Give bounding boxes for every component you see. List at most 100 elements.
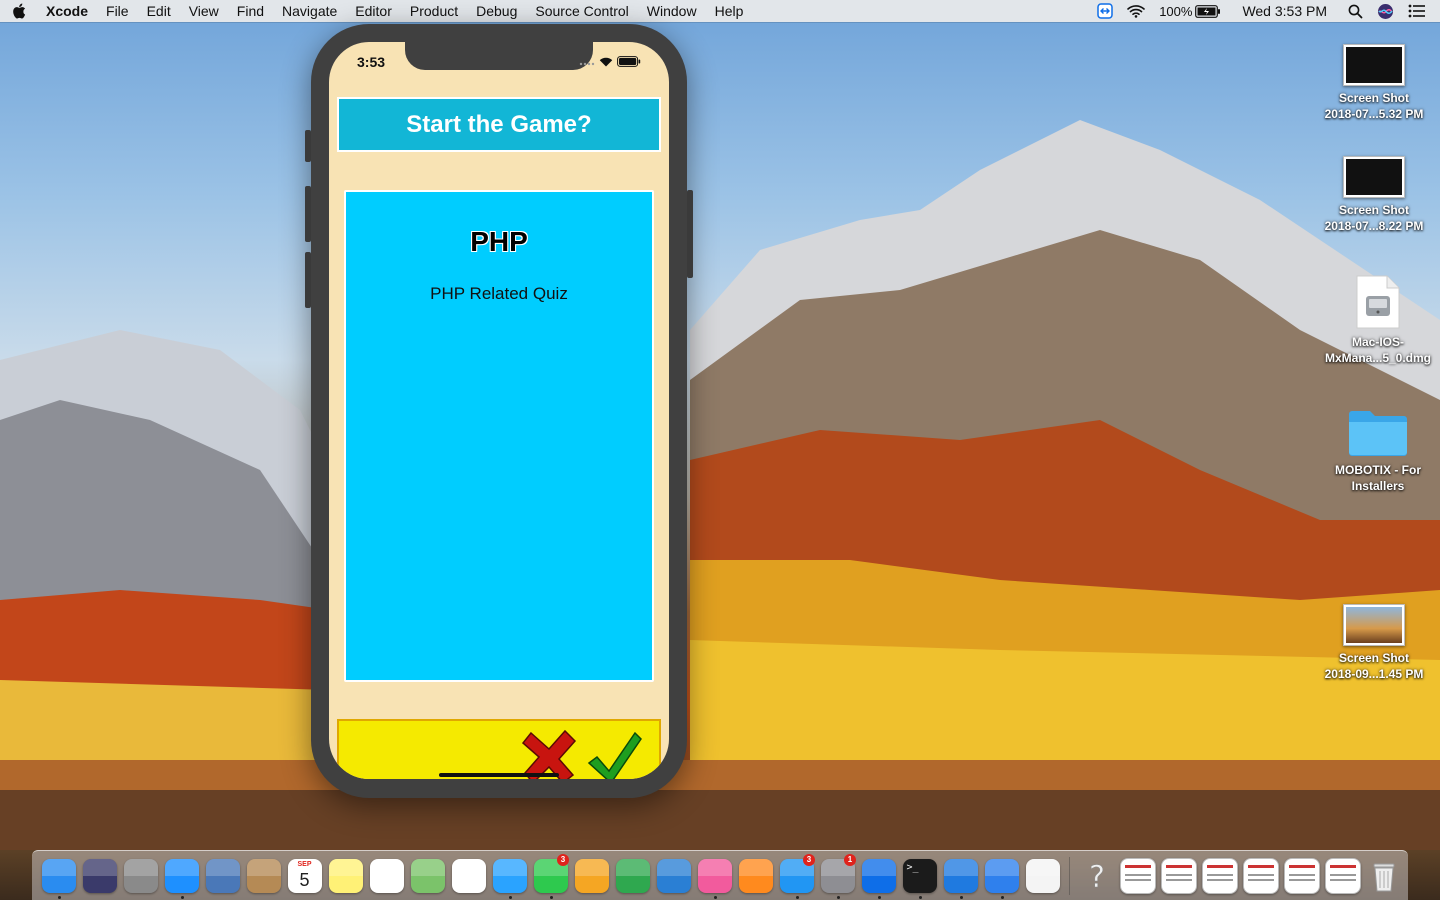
dock-item[interactable] — [1158, 853, 1199, 899]
dock-item[interactable] — [612, 853, 653, 899]
notch — [405, 42, 593, 70]
dock-item[interactable] — [571, 853, 612, 899]
menu-window[interactable]: Window — [638, 3, 706, 19]
battery-icon — [1195, 4, 1221, 18]
running-indicator — [180, 895, 184, 899]
running-indicator — [836, 895, 840, 899]
menu-debug[interactable]: Debug — [467, 3, 526, 19]
dock-item[interactable]: >_ — [899, 853, 940, 899]
dock-item[interactable] — [981, 853, 1022, 899]
wifi-icon[interactable] — [1120, 4, 1152, 18]
reminders-icon — [369, 858, 404, 893]
start-game-title[interactable]: Start the Game? — [337, 97, 661, 152]
dock-item[interactable] — [1363, 853, 1404, 899]
messages-icon — [492, 858, 527, 893]
dock-item[interactable]: 1 — [817, 853, 858, 899]
screenshot-thumbnail-icon — [1343, 44, 1405, 86]
mute-switch[interactable] — [305, 130, 311, 162]
reject-button[interactable] — [521, 729, 577, 779]
volume-up-button[interactable] — [305, 186, 311, 242]
desktop-icon-dmg[interactable]: Mac-IOS- MxMana...5_0.dmg — [1318, 274, 1438, 366]
siri-menu-icon[interactable] — [1370, 3, 1401, 20]
dock-item[interactable] — [120, 853, 161, 899]
menu-navigate[interactable]: Navigate — [273, 3, 346, 19]
running-indicator — [508, 895, 512, 899]
status-menus: 100% Wed 3:53 PM — [1090, 0, 1440, 22]
desktop-icon-folder[interactable]: MOBOTIX - For Installers — [1318, 406, 1438, 494]
simulator-device: 3:53 Start the Game? PHP PHP Related Qui… — [305, 24, 693, 798]
menu-source-control[interactable]: Source Control — [526, 3, 637, 19]
menu-find[interactable]: Find — [228, 3, 273, 19]
trash-icon — [1367, 859, 1401, 893]
disk-image-icon — [1355, 274, 1401, 330]
desktop-icon-label: Screen Shot — [1338, 651, 1410, 665]
dock-item[interactable] — [202, 853, 243, 899]
desktop-icon-detail: Installers — [1351, 479, 1405, 493]
battery-status[interactable]: 100% — [1152, 4, 1228, 19]
menu-app-name[interactable]: Xcode — [38, 3, 97, 19]
dock-item[interactable] — [1022, 853, 1063, 899]
menu-edit[interactable]: Edit — [138, 3, 180, 19]
desktop-icon-screenshot-1[interactable]: Screen Shot 2018-07...5.32 PM — [1314, 44, 1434, 122]
desktop-icon-label: Screen Shot — [1338, 91, 1410, 105]
running-indicator — [959, 895, 963, 899]
dock-item[interactable]: 3 — [530, 853, 571, 899]
quiz-card[interactable]: PHP PHP Related Quiz — [344, 190, 654, 682]
dock-badge: 3 — [557, 853, 569, 866]
apple-menu-icon[interactable] — [0, 3, 38, 19]
dock-item[interactable] — [489, 853, 530, 899]
calendar-day: 5 — [299, 869, 310, 890]
accept-button[interactable] — [587, 729, 643, 779]
dock-item[interactable] — [735, 853, 776, 899]
teamviewer-status-icon[interactable] — [1090, 3, 1120, 19]
dock-item[interactable] — [161, 853, 202, 899]
help-icon: ? — [1080, 859, 1114, 892]
volume-down-button[interactable] — [305, 252, 311, 308]
running-indicator — [57, 895, 61, 899]
itunes-icon — [697, 858, 732, 893]
dock-item[interactable] — [1199, 853, 1240, 899]
dock-item[interactable] — [325, 853, 366, 899]
desktop-icon-label: Mac-IOS- — [1351, 335, 1404, 349]
dock-item[interactable] — [448, 853, 489, 899]
dock-item[interactable] — [79, 853, 120, 899]
dock-item[interactable] — [38, 853, 79, 899]
dock-item[interactable]: SEP 5 — [284, 853, 325, 899]
dock-item[interactable] — [1322, 853, 1363, 899]
teamviewer-icon — [861, 858, 896, 893]
desktop-icon-screenshot-2[interactable]: Screen Shot 2018-07...8.22 PM — [1314, 156, 1434, 234]
power-button[interactable] — [687, 190, 693, 278]
dock-item[interactable] — [243, 853, 284, 899]
menu-product[interactable]: Product — [401, 3, 467, 19]
menu-file[interactable]: File — [97, 3, 138, 19]
document-icon — [1242, 857, 1279, 894]
dock-item[interactable] — [858, 853, 899, 899]
home-indicator[interactable] — [439, 773, 559, 777]
menu-view[interactable]: View — [180, 3, 228, 19]
desktop-icon-screenshot-3[interactable]: Screen Shot 2018-09...1.45 PM — [1314, 604, 1434, 682]
running-indicator — [918, 895, 922, 899]
document-icon — [1283, 857, 1320, 894]
notification-center-icon[interactable] — [1401, 4, 1440, 18]
dock-item[interactable] — [653, 853, 694, 899]
dock-item[interactable] — [1117, 853, 1158, 899]
desktop: Xcode File Edit View Find Navigate Edito… — [0, 0, 1440, 900]
menu-help[interactable]: Help — [706, 3, 753, 19]
contacts-icon — [246, 858, 281, 893]
status-bar-time: 3:53 — [357, 54, 386, 70]
clock[interactable]: Wed 3:53 PM — [1228, 3, 1341, 19]
dock-item[interactable]: 3 — [776, 853, 817, 899]
document-icon — [1160, 857, 1197, 894]
dock-item[interactable] — [407, 853, 448, 899]
dock-item[interactable] — [1240, 853, 1281, 899]
dock-item[interactable] — [366, 853, 407, 899]
dock-item[interactable] — [1281, 853, 1322, 899]
pages-icon — [574, 858, 609, 893]
dock-item[interactable] — [694, 853, 735, 899]
folder-icon — [1347, 406, 1409, 458]
dock-item[interactable]: ? — [1076, 853, 1117, 899]
dock-item[interactable] — [940, 853, 981, 899]
status-bar-icons — [579, 56, 641, 67]
menu-editor[interactable]: Editor — [346, 3, 401, 19]
spotlight-search-icon[interactable] — [1341, 4, 1370, 19]
